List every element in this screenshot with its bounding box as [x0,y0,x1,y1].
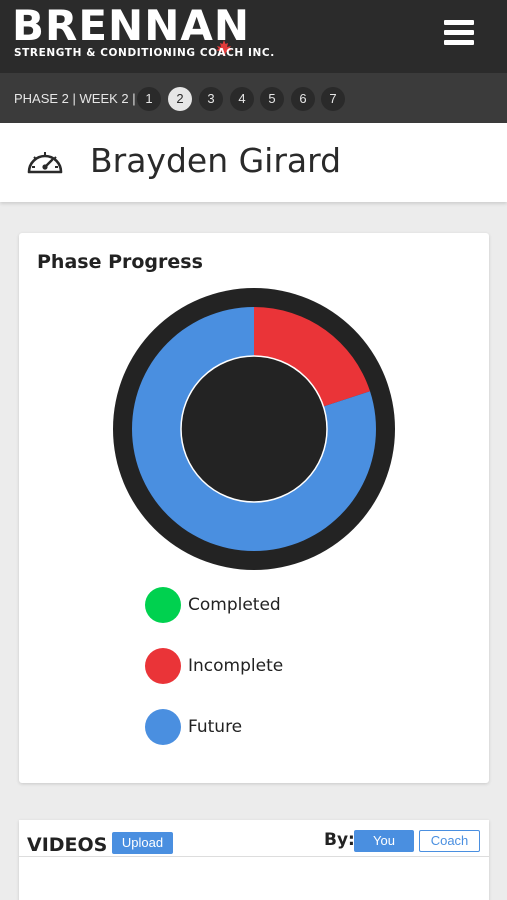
filter-by-label: By: [324,830,355,850]
hamburger-menu-icon[interactable] [444,20,474,46]
filter-coach-button[interactable]: Coach [419,830,480,852]
athlete-name: Brayden Girard [90,141,342,180]
legend-dot-future [145,709,181,745]
legend-dot-incomplete [145,648,181,684]
week-button-3[interactable]: 3 [199,87,223,111]
phase-week-label: PHASE 2 | WEEK 2 | [14,91,136,106]
legend-label-future: Future [188,717,243,737]
phase-progress-card: Phase Progress Completed Incomplete Futu… [19,233,489,783]
donut-center-hole [180,355,328,503]
brand-tagline: STRENGTH & CONDITIONING COACH INC. [14,47,275,59]
phase-progress-donut-chart [113,288,395,570]
legend-dot-completed [145,587,181,623]
week-button-1[interactable]: 1 [137,87,161,111]
filter-you-button[interactable]: You [354,830,414,852]
week-button-7[interactable]: 7 [321,87,345,111]
top-app-bar: BRENNAN STRENGTH & CONDITIONING COACH IN… [0,0,507,73]
upload-video-button[interactable]: Upload [112,832,173,854]
speedometer-icon [27,152,63,174]
card-title: Phase Progress [37,251,203,273]
divider [19,856,489,857]
legend-label-incomplete: Incomplete [188,656,284,676]
legend-label-completed: Completed [188,595,281,615]
videos-title: VIDEOS [27,834,108,856]
videos-card: VIDEOS Upload By: You Coach [19,820,489,900]
week-button-2-active[interactable]: 2 [168,87,192,111]
week-button-6[interactable]: 6 [291,87,315,111]
phase-week-nav: PHASE 2 | WEEK 2 | 1 2 3 4 5 6 7 [0,73,507,123]
week-button-5[interactable]: 5 [260,87,284,111]
week-button-4[interactable]: 4 [230,87,254,111]
